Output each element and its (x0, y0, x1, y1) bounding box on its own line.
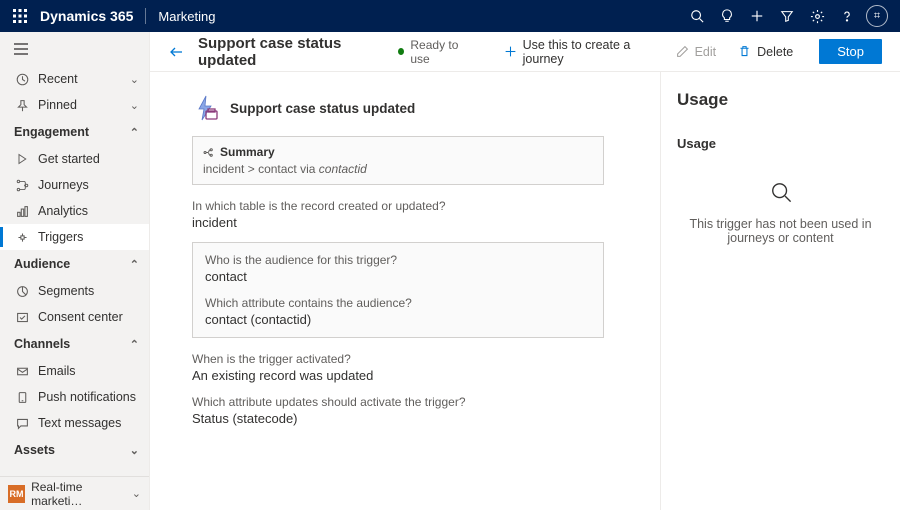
nav-label: Journeys (38, 178, 89, 192)
nav-label: Get started (38, 152, 100, 166)
nav-label: Text messages (38, 416, 121, 430)
nav-journeys[interactable]: Journeys (0, 172, 149, 198)
summary-label: Summary (220, 145, 275, 159)
command-bar: Support case status updated Ready to use… (150, 32, 900, 72)
chevron-up-icon: ⌃ (130, 338, 139, 351)
nav-label: Triggers (38, 230, 83, 244)
delete-button[interactable]: Delete (734, 41, 797, 63)
area-switcher[interactable]: RM Real-time marketi… ⌄ (0, 476, 149, 510)
plus-icon (504, 45, 517, 58)
play-icon (14, 153, 30, 165)
qa-attribute: Which attribute contains the audience? c… (205, 296, 591, 327)
audience-box: Who is the audience for this trigger? co… (192, 242, 604, 338)
lightbulb-icon[interactable] (712, 0, 742, 32)
add-icon[interactable] (742, 0, 772, 32)
phone-icon (14, 391, 30, 404)
section-engagement[interactable]: Engagement ⌃ (0, 118, 149, 146)
create-journey-button[interactable]: Use this to create a journey (500, 34, 658, 70)
status-badge: Ready to use (398, 38, 471, 66)
chevron-down-icon: ⌄ (130, 73, 139, 86)
nav-label: Push notifications (38, 390, 136, 404)
summary-box: Summary incident > contact via contactid (192, 136, 604, 185)
nav-label: Segments (38, 284, 94, 298)
area-name: Marketing (158, 9, 215, 24)
app-launcher-icon[interactable] (8, 9, 32, 23)
qa-when: When is the trigger activated? An existi… (192, 352, 604, 383)
stop-button[interactable]: Stop (819, 39, 882, 64)
nav-get-started[interactable]: Get started (0, 146, 149, 172)
usage-panel: Usage Usage This trigger has not been us… (660, 72, 900, 510)
message-icon (14, 417, 30, 430)
usage-subheading: Usage (677, 136, 884, 151)
nav-analytics[interactable]: Analytics (0, 198, 149, 224)
nav-consent[interactable]: Consent center (0, 304, 149, 330)
nav-label: Recent (38, 72, 78, 86)
qa-which: Which attribute updates should activate … (192, 395, 604, 426)
sidebar: Recent ⌄ Pinned ⌄ Engagement ⌃ Get start… (0, 32, 150, 510)
nav-label: Consent center (38, 310, 123, 324)
product-name: Dynamics 365 (40, 8, 133, 24)
nav-text[interactable]: Text messages (0, 410, 149, 436)
nav-label: Emails (38, 364, 76, 378)
trash-icon (738, 45, 751, 58)
global-nav-bar: Dynamics 365 Marketing ⌗ (0, 0, 900, 32)
usage-empty-state: This trigger has not been used in journe… (677, 181, 884, 245)
analytics-icon (14, 205, 30, 218)
nav-emails[interactable]: Emails (0, 358, 149, 384)
mail-icon (14, 365, 30, 378)
journey-icon (14, 179, 30, 192)
main-region: Support case status updated Ready to use… (150, 32, 900, 510)
segments-icon (14, 285, 30, 298)
section-assets[interactable]: Assets ⌄ (0, 436, 149, 464)
consent-icon (14, 311, 30, 324)
back-button[interactable] (168, 44, 184, 60)
nav-triggers[interactable]: Triggers (0, 224, 149, 250)
nav-segments[interactable]: Segments (0, 278, 149, 304)
nav-pinned[interactable]: Pinned ⌄ (0, 92, 149, 118)
qa-table: In which table is the record created or … (192, 199, 604, 230)
summary-path: incident > contact via contactid (203, 162, 593, 176)
chevron-up-icon: ⌃ (130, 126, 139, 139)
search-icon (677, 181, 884, 203)
settings-icon[interactable] (802, 0, 832, 32)
search-icon[interactable] (682, 0, 712, 32)
usage-heading: Usage (677, 90, 884, 110)
qa-audience: Who is the audience for this trigger? co… (205, 253, 591, 284)
clock-icon (14, 73, 30, 86)
nav-label: Pinned (38, 98, 77, 112)
area-badge: RM (8, 485, 25, 503)
card-title: Support case status updated (230, 101, 415, 116)
chevron-up-icon: ⌃ (130, 258, 139, 271)
nav-push[interactable]: Push notifications (0, 384, 149, 410)
help-icon[interactable] (832, 0, 862, 32)
page-title: Support case status updated (198, 35, 378, 69)
pencil-icon (676, 45, 689, 58)
trigger-icon (14, 231, 30, 244)
branch-icon (203, 147, 214, 158)
section-audience[interactable]: Audience ⌃ (0, 250, 149, 278)
edit-button: Edit (672, 41, 721, 63)
chevron-down-icon: ⌄ (130, 444, 139, 457)
nav-recent[interactable]: Recent ⌄ (0, 66, 149, 92)
area-label: Real-time marketi… (31, 480, 132, 508)
lightning-icon (192, 94, 220, 122)
divider (145, 8, 146, 24)
user-avatar[interactable]: ⌗ (862, 0, 892, 32)
chevron-down-icon: ⌄ (130, 99, 139, 112)
sidebar-toggle[interactable] (0, 32, 149, 66)
status-dot-icon (398, 48, 404, 55)
chevron-down-icon: ⌄ (132, 487, 141, 500)
section-channels[interactable]: Channels ⌃ (0, 330, 149, 358)
filter-icon[interactable] (772, 0, 802, 32)
detail-panel: Support case status updated Summary inci… (150, 72, 660, 510)
pin-icon (14, 99, 30, 112)
nav-label: Analytics (38, 204, 88, 218)
